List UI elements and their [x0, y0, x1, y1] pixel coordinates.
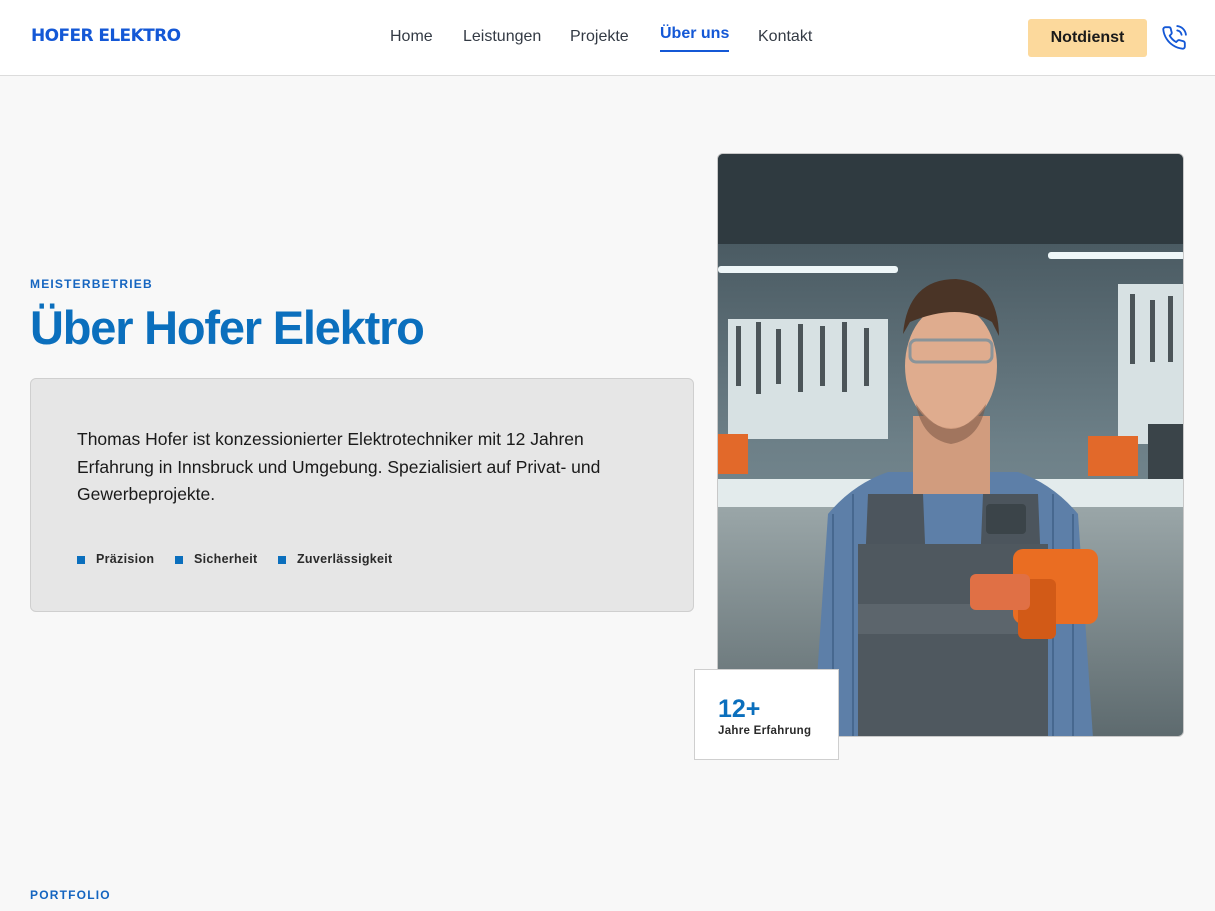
value-label: Sicherheit	[194, 552, 258, 566]
nav-item-kontakt[interactable]: Kontakt	[758, 28, 812, 46]
nav-item-ueber-uns[interactable]: Über uns	[660, 25, 730, 52]
about-card: Thomas Hofer ist konzessionierter Elektr…	[30, 378, 694, 612]
experience-stat-value: 12+	[718, 695, 761, 723]
portfolio-eyebrow: PORTFOLIO	[30, 888, 111, 902]
notdienst-button[interactable]: Notdienst	[1028, 19, 1147, 57]
page-title: Über Hofer Elektro	[30, 301, 425, 354]
site-header: HOFER ELEKTRO Home Leistungen Projekte Ü…	[0, 0, 1215, 76]
square-bullet-icon	[175, 556, 183, 564]
value-label: Zuverlässigkeit	[297, 552, 393, 566]
experience-stat-label: Jahre Erfahrung	[718, 725, 812, 737]
electrician-photo	[717, 153, 1184, 737]
nav-item-projekte[interactable]: Projekte	[570, 28, 629, 46]
value-item: Sicherheit	[175, 552, 257, 566]
logo[interactable]: HOFER ELEKTRO	[31, 26, 181, 46]
nav-item-leistungen[interactable]: Leistungen	[463, 28, 541, 46]
value-label: Präzision	[96, 552, 155, 566]
phone-icon[interactable]	[1161, 25, 1187, 51]
square-bullet-icon	[77, 556, 85, 564]
nav-item-home[interactable]: Home	[390, 28, 433, 46]
about-eyebrow: MEISTERBETRIEB	[30, 277, 153, 291]
value-item: Zuverlässigkeit	[278, 552, 393, 566]
about-description: Thomas Hofer ist konzessionierter Elektr…	[77, 429, 601, 504]
experience-stat-card: 12+ Jahre Erfahrung	[694, 669, 839, 760]
square-bullet-icon	[278, 556, 286, 564]
value-item: Präzision	[77, 552, 154, 566]
